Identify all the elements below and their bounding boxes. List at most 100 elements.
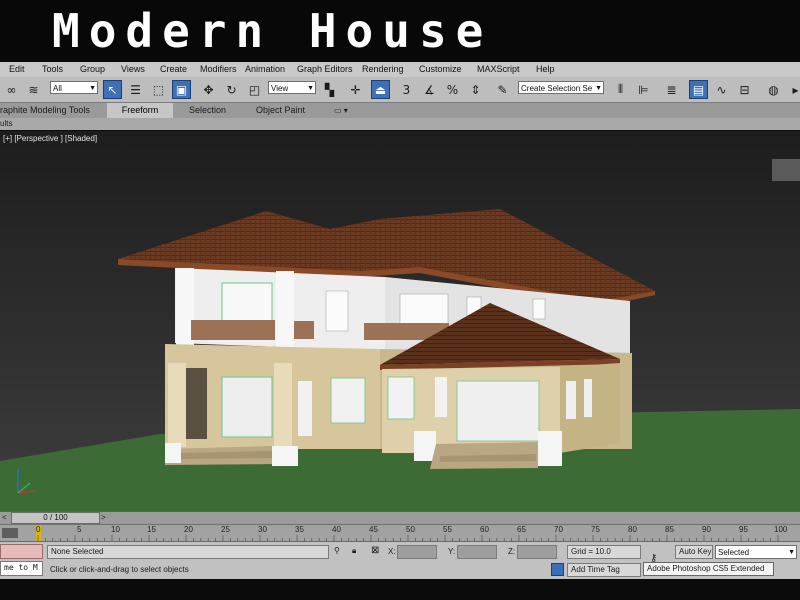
chevron-down-icon: ▼ [89,85,96,92]
bind-space-warp-icon[interactable]: ≋ [24,80,43,99]
render-setup-icon[interactable]: ▸ [786,80,800,99]
time-slider[interactable]: < > [0,511,800,525]
menu-graph-editors[interactable]: Graph Editors [297,62,353,77]
menu-views[interactable]: Views [121,62,145,77]
front-wing-window-1 [387,376,415,420]
pivot-center-icon[interactable]: ▚ [320,80,339,99]
menu-tools[interactable]: Tools [42,62,63,77]
perspective-viewport[interactable] [0,131,800,511]
menu-rendering[interactable]: Rendering [362,62,404,77]
add-time-tag-button[interactable]: Add Time Tag [567,563,641,577]
bottom-bar [0,579,800,600]
key-filter-dropdown[interactable]: Selected ▼ [715,545,797,559]
move-icon[interactable]: ✥ [199,80,218,99]
menu-customize[interactable]: Customize [419,62,462,77]
layer-manager-icon[interactable]: ≣ [662,80,681,99]
main-toolbar: ∞ ≋ All ▼ ↖ ☰ ⬚ ▣ ✥ ↻ ◰ View ▼ ▚ ✛ ⏏ 3 ∡ %… [0,77,800,103]
viewport-label[interactable]: [+] [Perspective ] [Shaded] [3,134,97,143]
chevron-down-icon: ▼ [788,549,795,556]
select-manipulate-icon[interactable]: ✛ [346,80,365,99]
align-icon[interactable]: ⊫ [634,80,653,99]
tick-label: 65 [517,525,526,534]
lower-window-1 [298,381,312,436]
track-bar[interactable]: 0 5 10 15 20 25 30 35 40 45 50 55 60 65 … [0,524,800,542]
tab-freeform[interactable]: Freeform [107,103,173,118]
link-icon[interactable]: ∞ [2,80,21,99]
tick-label: 10 [111,525,120,534]
track-bar-ticks [37,535,779,542]
page-title: Modern House [52,4,493,58]
select-by-name-icon[interactable]: ☰ [126,80,145,99]
time-slider-prev[interactable]: < [2,513,7,522]
lower-door-1 [221,376,273,438]
percent-snap-icon[interactable]: % [443,80,462,99]
taskbar-tooltip: Adobe Photoshop CS5 Extended [643,562,774,576]
lock-icon[interactable]: 🔒︎ [352,546,356,556]
upper-window-3 [399,293,449,325]
angle-snap-icon[interactable]: ∡ [420,80,439,99]
tick-label: 35 [295,525,304,534]
tab-graphite-modeling-tools[interactable]: raphite Modeling Tools [0,103,94,118]
porch-opening [185,368,207,439]
rectangular-region-icon[interactable]: ⬚ [149,80,168,99]
front-wing-window-2 [435,377,447,417]
step-pillar-2 [165,443,181,463]
pin-icon[interactable]: ⚲ [334,546,340,555]
maxscript-listener-input[interactable]: me to M [0,561,43,576]
menu-edit[interactable]: Edit [9,62,25,77]
tick-label: 75 [591,525,600,534]
window-crossing-icon[interactable]: ▣ [172,80,191,99]
menu-modifiers[interactable]: Modifiers [200,62,237,77]
menu-create[interactable]: Create [160,62,187,77]
menu-animation[interactable]: Animation [245,62,285,77]
step-pillar-1 [272,446,298,466]
schematic-view-icon[interactable]: ⊟ [735,80,754,99]
tick-label: 90 [702,525,711,534]
spinner-snap-icon[interactable]: ⇕ [466,80,485,99]
tick-label: 5 [77,525,82,534]
upper-column-2 [276,271,294,351]
keyboard-shortcut-override-icon[interactable]: ⏏ [371,80,390,99]
lower-window-2 [330,377,366,424]
tab-object-paint[interactable]: Object Paint [256,103,305,118]
menu-bar: Edit Tools Group Views Create Modifiers … [0,62,800,78]
tick-label: 85 [665,525,674,534]
auto-key-button[interactable]: Auto Key [675,545,713,559]
tick-label: 55 [443,525,452,534]
front-wing-side-window-1 [566,381,576,419]
time-slider-thumb[interactable]: 0 / 100 [11,512,100,524]
x-coordinate-field[interactable] [397,545,437,559]
tick-label: 50 [406,525,415,534]
menu-group[interactable]: Group [80,62,105,77]
select-object-icon[interactable]: ↖ [103,80,122,99]
y-coordinate-field[interactable] [457,545,497,559]
reference-coordinate-dropdown[interactable]: View ▼ [268,81,316,94]
menu-maxscript[interactable]: MAXScript [477,62,520,77]
front-wing-pillar-1 [414,431,436,461]
curve-editor-icon[interactable]: ∿ [712,80,731,99]
mirror-icon[interactable]: ⫴ [611,80,630,99]
absolute-mode-icon[interactable]: ⊠ [371,545,379,556]
tick-label: 60 [480,525,489,534]
scale-icon[interactable]: ◰ [245,80,264,99]
ribbon-panel-strip: ults [0,118,800,130]
menu-help[interactable]: Help [536,62,555,77]
tick-label: 20 [184,525,193,534]
selection-filter-dropdown[interactable]: All ▼ [50,81,98,94]
edit-named-selection-icon[interactable]: ✎ [493,80,512,99]
graphite-ribbon-icon[interactable]: ▤ [689,80,708,99]
material-editor-icon[interactable]: ◍ [764,80,783,99]
chevron-down-icon: ▼ [307,85,314,92]
rotate-icon[interactable]: ↻ [222,80,241,99]
z-coordinate-field[interactable] [517,545,557,559]
tab-selection[interactable]: Selection [189,103,226,118]
maxscript-listener-red[interactable] [0,544,43,559]
snap-toggle-icon[interactable]: 3 [397,80,416,99]
ribbon-options-icon[interactable]: ▭ ▾ [334,103,348,118]
named-selection-set-dropdown[interactable]: Create Selection Se ▼ [518,81,604,94]
grid-size-field: Grid = 10.0 [567,545,641,559]
time-slider-next[interactable]: > [101,513,106,522]
viewport-scene [0,131,800,511]
time-tag-icon[interactable] [551,563,564,576]
tick-label: 95 [739,525,748,534]
